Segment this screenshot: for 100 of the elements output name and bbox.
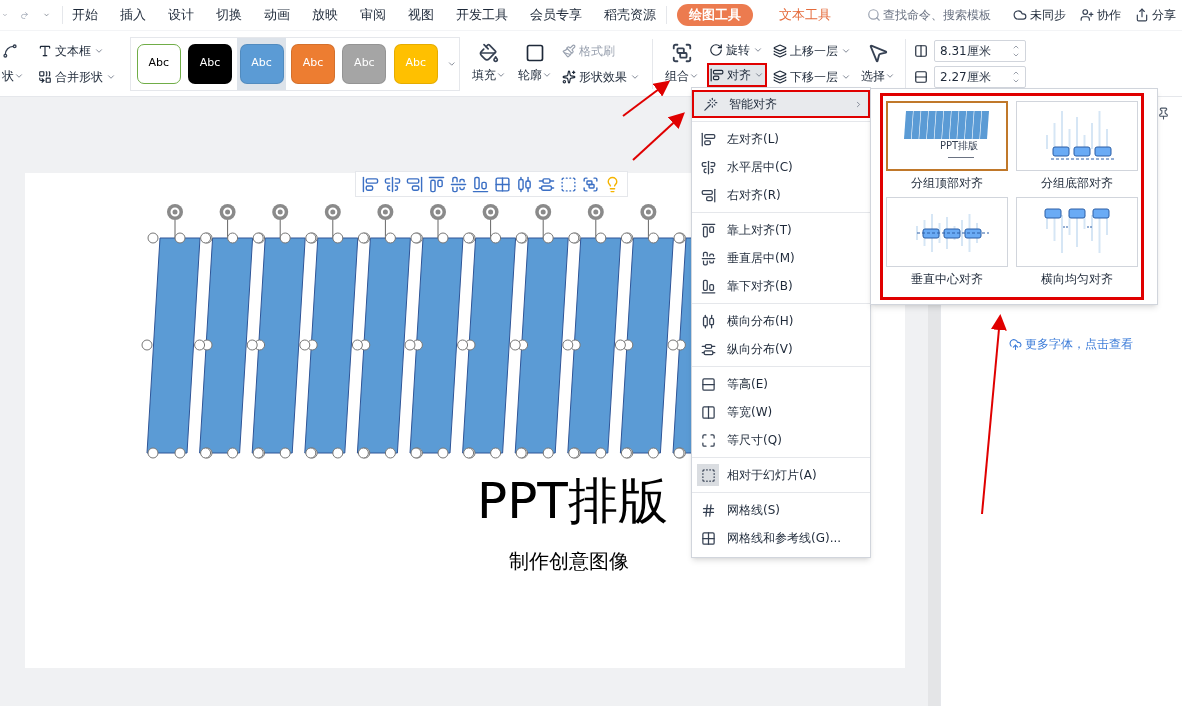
- textbox-icon: [38, 43, 52, 58]
- align-left-icon: [700, 131, 716, 147]
- style-preset[interactable]: Abc: [136, 43, 181, 84]
- merge-icon: [38, 69, 52, 84]
- layers-down-icon: [773, 69, 787, 84]
- size-field[interactable]: 2.27厘米: [934, 65, 1026, 88]
- menu-tab[interactable]: 动画: [264, 5, 291, 25]
- select-button[interactable]: 选择: [861, 67, 895, 85]
- preview-subtitle-line: [948, 157, 974, 158]
- height-icon: [914, 43, 928, 58]
- menu-item[interactable]: 纵向分布(V): [692, 335, 870, 363]
- align-center-icon[interactable]: [384, 175, 401, 193]
- align-left-icon[interactable]: [362, 175, 379, 193]
- wand-icon: [702, 96, 718, 112]
- caret-icon: [885, 71, 895, 81]
- menu-tab[interactable]: 设计: [168, 5, 195, 25]
- menu-tab[interactable]: 放映: [312, 5, 339, 25]
- pin-icon[interactable]: [1157, 107, 1170, 120]
- menu-tab[interactable]: 切换: [216, 5, 243, 25]
- menu-tab[interactable]: 视图: [408, 5, 435, 25]
- top-action-button[interactable]: 分享: [1135, 6, 1176, 24]
- align-center-icon: [700, 159, 716, 175]
- menu-item[interactable]: 等宽(W): [692, 398, 870, 426]
- fill-icon: [479, 43, 499, 63]
- menu-tab[interactable]: 开始: [72, 5, 99, 25]
- shape-icon[interactable]: [2, 42, 18, 59]
- align-icon: [710, 67, 724, 82]
- align-middle-icon[interactable]: [450, 175, 467, 193]
- distribute-horizontal-icon[interactable]: [516, 175, 533, 193]
- align-bottom-icon[interactable]: [472, 175, 489, 193]
- align-right-icon[interactable]: [406, 175, 423, 193]
- caret-icon: [542, 70, 552, 80]
- merge-shapes-button[interactable]: 合并形状: [38, 67, 116, 86]
- style-preset[interactable]: Abc: [188, 43, 233, 84]
- annotation-arrow: [632, 112, 685, 161]
- preview-title: PPT排版: [940, 141, 979, 151]
- rotate-button[interactable]: 旋转: [707, 40, 767, 59]
- menu-item[interactable]: 左对齐(L): [692, 125, 870, 153]
- distribute-horizontal-icon: [700, 313, 716, 329]
- gridlines-icon: [700, 502, 716, 518]
- outline-button[interactable]: 轮廓: [518, 66, 552, 84]
- grid-icon: [700, 530, 716, 546]
- menu-tab[interactable]: 会员专享: [530, 5, 583, 25]
- equal-height-icon: [700, 376, 716, 392]
- send-backward-button[interactable]: 下移一层: [773, 67, 851, 86]
- menu-item[interactable]: 垂直居中(M): [692, 244, 870, 272]
- frame-icon[interactable]: [560, 175, 577, 193]
- menu-tab[interactable]: 稻壳资源: [604, 5, 657, 25]
- top-action-button[interactable]: 协作: [1080, 6, 1121, 24]
- menu-item[interactable]: 靠上对齐(T): [692, 216, 870, 244]
- menu-item[interactable]: 靠下对齐(B): [692, 272, 870, 300]
- shape-button[interactable]: 状: [2, 66, 30, 85]
- add-user-icon: [1080, 8, 1094, 22]
- bring-forward-button[interactable]: 上移一层: [773, 41, 851, 60]
- align-button[interactable]: 对齐: [707, 62, 767, 87]
- menu-item[interactable]: 智能对齐: [692, 90, 870, 118]
- menu-item[interactable]: 等尺寸(Q): [692, 426, 870, 454]
- top-action-button[interactable]: 未同步: [1013, 6, 1066, 24]
- textbox-button[interactable]: 文本框: [38, 41, 116, 60]
- menu-item[interactable]: 横向分布(H): [692, 307, 870, 335]
- width-icon: [914, 69, 928, 84]
- search-icon: [867, 8, 881, 22]
- menu-item[interactable]: 相对于幻灯片(A): [692, 461, 870, 489]
- slide-subtitle[interactable]: 制作创意图像: [509, 551, 629, 571]
- menu-item[interactable]: 网格线(S): [692, 496, 870, 524]
- slide-relative-icon: [700, 467, 716, 483]
- stripes-preview-icon: [904, 111, 990, 139]
- equal-size-icon: [700, 432, 716, 448]
- distribute-vertical-icon[interactable]: [538, 175, 555, 193]
- select-icon: [867, 42, 889, 64]
- outline-icon: [525, 43, 545, 63]
- align-bottom-icon: [700, 278, 716, 294]
- rotate-icon: [709, 42, 723, 57]
- cloud-icon: [1013, 8, 1027, 22]
- align-top-icon: [700, 222, 716, 238]
- align-right-icon: [700, 187, 716, 203]
- align-middle-icon: [700, 250, 716, 266]
- search-field[interactable]: 查找命令、搜索模板: [867, 6, 1013, 24]
- more-fonts-link[interactable]: 更多字体，点击查看: [1009, 335, 1133, 353]
- group-icon: [671, 42, 693, 64]
- menu-item[interactable]: 网格线和参考线(G)...: [692, 524, 870, 552]
- shape-effects-button[interactable]: 形状效果: [562, 67, 640, 86]
- menu-tab[interactable]: 开发工具: [456, 5, 509, 25]
- menu-tab[interactable]: 插入: [120, 5, 147, 25]
- menu-item[interactable]: 右对齐(R): [692, 181, 870, 209]
- group-icon[interactable]: [582, 175, 599, 193]
- align-top-icon[interactable]: [428, 175, 445, 193]
- equal-width-icon: [700, 404, 716, 420]
- fill-button[interactable]: 填充: [472, 66, 506, 84]
- brush-icon: [562, 43, 576, 58]
- slide-title[interactable]: PPT排版: [477, 476, 668, 526]
- distribute-vertical-icon: [700, 341, 716, 357]
- size-field[interactable]: 8.31厘米: [934, 39, 1026, 62]
- cloud-upload-icon: [1009, 337, 1022, 351]
- group-button[interactable]: 组合: [665, 67, 699, 85]
- caret-icon: [689, 71, 699, 81]
- menu-item[interactable]: 等高(E): [692, 370, 870, 398]
- share-icon: [1135, 8, 1149, 22]
- menu-tab[interactable]: 审阅: [360, 5, 387, 25]
- caret-icon: [496, 70, 506, 80]
